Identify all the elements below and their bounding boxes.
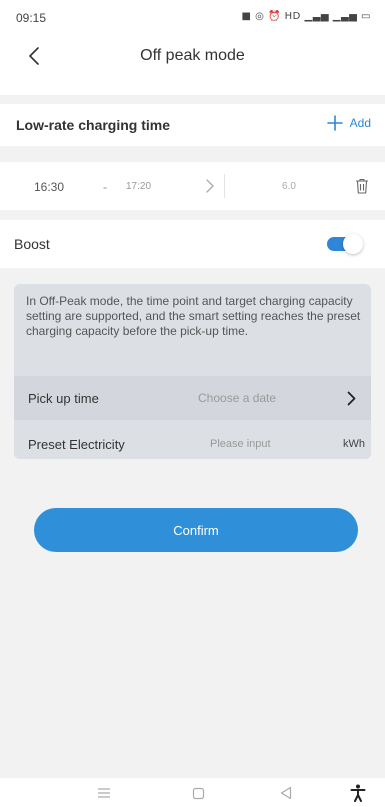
preset-electricity-input[interactable]: Please input [210, 438, 271, 450]
chevron-right-icon [347, 391, 355, 405]
back-icon [280, 786, 292, 800]
pickup-time-label: Pick up time [28, 391, 99, 406]
pickup-chevron[interactable] [341, 386, 361, 410]
boost-toggle[interactable] [327, 234, 363, 254]
accessibility-button[interactable] [346, 782, 370, 804]
menu-button[interactable] [92, 782, 116, 804]
toggle-knob [343, 234, 363, 254]
time-slot-row: 16:30 - 17:20 6.0 [0, 162, 385, 210]
home-button[interactable] [186, 782, 210, 804]
plus-icon [326, 115, 343, 131]
boost-label: Boost [14, 236, 50, 252]
info-card: In Off-Peak mode, the time point and tar… [14, 284, 371, 459]
electricity-unit: kWh [343, 438, 365, 450]
chevron-right-icon [206, 179, 214, 193]
top-area: 09:15 ■ ◎ ⏰ HD ▁▃▅ ▁▃▅ ▭ Off peak mode [0, 0, 385, 95]
time-separator: - [103, 180, 107, 194]
add-label: Add [349, 116, 371, 130]
delete-slot-button[interactable] [353, 175, 371, 197]
status-bar: 09:15 ■ ◎ ⏰ HD ▁▃▅ ▁▃▅ ▭ [0, 0, 385, 34]
pickup-time-row[interactable]: Pick up time Choose a date [14, 376, 371, 420]
accessibility-icon [350, 784, 366, 802]
confirm-button[interactable]: Confirm [34, 508, 358, 552]
status-time: 09:15 [16, 11, 47, 25]
charging-time-header: Low-rate charging time Add [0, 104, 385, 146]
add-button[interactable]: Add [326, 114, 371, 132]
info-description: In Off-Peak mode, the time point and tar… [26, 294, 361, 338]
menu-icon [98, 788, 110, 798]
trash-icon [356, 178, 368, 194]
time-slot-chevron[interactable] [200, 174, 220, 198]
section-title: Low-rate charging time [16, 117, 171, 133]
page-title: Off peak mode [140, 47, 245, 64]
pickup-time-value[interactable]: Choose a date [198, 391, 276, 405]
slot-value[interactable]: 6.0 [282, 181, 296, 192]
boost-row: Boost [0, 220, 385, 268]
home-icon [192, 787, 204, 799]
preset-electricity-row: Preset Electricity Please input kWh [14, 422, 371, 459]
time-slot-divider [224, 174, 225, 198]
system-nav-bar [0, 778, 385, 807]
system-back-button[interactable] [274, 782, 298, 804]
status-icons: ■ ◎ ⏰ HD ▁▃▅ ▁▃▅ ▭ [241, 11, 371, 22]
start-time[interactable]: 16:30 [34, 180, 64, 194]
nav-bar: Off peak mode [0, 38, 385, 78]
preset-electricity-label: Preset Electricity [28, 437, 125, 452]
end-time[interactable]: 17:20 [126, 181, 151, 192]
